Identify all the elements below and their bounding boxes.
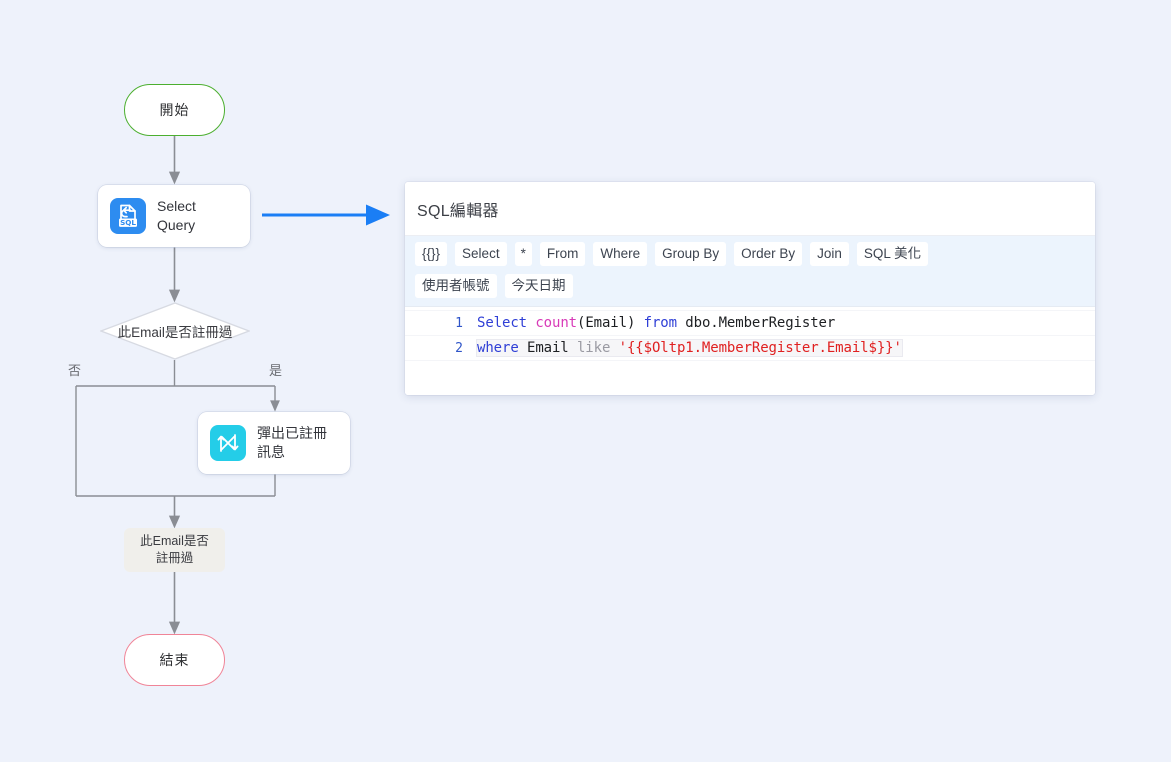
flow-node-annotation[interactable]: 此Email是否 註冊過: [124, 528, 225, 572]
flowchart: 開始 SQL Select Query 此Email是否註冊過 否 是 彈出已註…: [0, 0, 430, 762]
toolbar-row-variables: 使用者帳號 今天日期: [415, 274, 1085, 298]
flow-node-start-label: 開始: [159, 102, 190, 118]
line-number: 1: [455, 315, 463, 331]
code-token-string: '{{$Oltp1.MemberRegister.Email$}}': [618, 340, 902, 356]
code-line[interactable]: 1 Select count(Email) from dbo.MemberReg…: [405, 310, 1095, 336]
code-token-function: count: [535, 315, 577, 331]
code-token-keyword: from: [643, 315, 677, 331]
tool-select[interactable]: Select: [455, 242, 507, 266]
flow-node-select-query[interactable]: SQL Select Query: [98, 185, 250, 247]
sql-editor-header: SQL編輯器: [405, 182, 1095, 236]
tool-join[interactable]: Join: [810, 242, 849, 266]
code-token-identifier: dbo.MemberRegister: [676, 315, 836, 331]
flow-node-end-label: 結束: [159, 652, 190, 668]
flow-node-select-query-label: Select Query: [157, 198, 196, 233]
svg-text:SQL: SQL: [120, 218, 136, 227]
code-line[interactable]: 2 where Email like '{{$Oltp1.MemberRegis…: [405, 336, 1095, 361]
tool-sql-beautify[interactable]: SQL 美化: [856, 242, 929, 266]
flow-node-start[interactable]: 開始: [124, 84, 225, 136]
code-token-keyword: where: [477, 340, 519, 356]
tool-where[interactable]: Where: [593, 242, 648, 266]
code-token-identifier: Email: [518, 340, 577, 356]
toolbar-row-keywords: {{}} Select * From Where Group By Order …: [415, 242, 1085, 266]
branch-label-no: 否: [68, 363, 82, 378]
flow-node-annotation-label: 此Email是否 註冊過: [140, 534, 209, 565]
flow-node-decision[interactable]: 此Email是否註冊過: [100, 302, 250, 360]
branch-label-yes: 是: [269, 363, 283, 378]
swap-arrows-icon: [210, 425, 246, 461]
tool-today-date[interactable]: 今天日期: [504, 274, 573, 298]
sql-editor-panel: SQL編輯器 {{}} Select * From Where Group By…: [405, 182, 1095, 395]
code-token-operator: like: [576, 340, 611, 356]
app-canvas: 開始 SQL Select Query 此Email是否註冊過 否 是 彈出已註…: [0, 0, 1171, 762]
tool-user-account[interactable]: 使用者帳號: [415, 274, 497, 298]
tool-order-by[interactable]: Order By: [734, 242, 803, 266]
code-token-identifier: (Email): [576, 315, 644, 331]
tool-from[interactable]: From: [539, 242, 586, 266]
sql-code-editor[interactable]: 1 Select count(Email) from dbo.MemberReg…: [405, 307, 1095, 395]
code-line-content[interactable]: Select count(Email) from dbo.MemberRegis…: [477, 315, 835, 331]
sql-editor-title: SQL編輯器: [417, 202, 499, 220]
code-empty-space[interactable]: [405, 361, 1095, 391]
flow-node-popup-message-label: 彈出已註冊 訊息: [257, 425, 327, 460]
sql-file-icon: SQL: [110, 198, 146, 234]
flow-node-popup-message[interactable]: 彈出已註冊 訊息: [198, 412, 350, 474]
sql-editor-toolbar: {{}} Select * From Where Group By Order …: [405, 236, 1095, 307]
tool-variable-braces[interactable]: {{}}: [415, 242, 448, 266]
code-token-keyword: Select: [477, 315, 527, 331]
line-number: 2: [455, 340, 463, 356]
code-line-content[interactable]: where Email like '{{$Oltp1.MemberRegiste…: [477, 340, 902, 356]
flow-node-end[interactable]: 結束: [124, 634, 225, 686]
flow-node-decision-label: 此Email是否註冊過: [117, 325, 233, 340]
tool-asterisk[interactable]: *: [514, 242, 532, 266]
tool-group-by[interactable]: Group By: [655, 242, 727, 266]
